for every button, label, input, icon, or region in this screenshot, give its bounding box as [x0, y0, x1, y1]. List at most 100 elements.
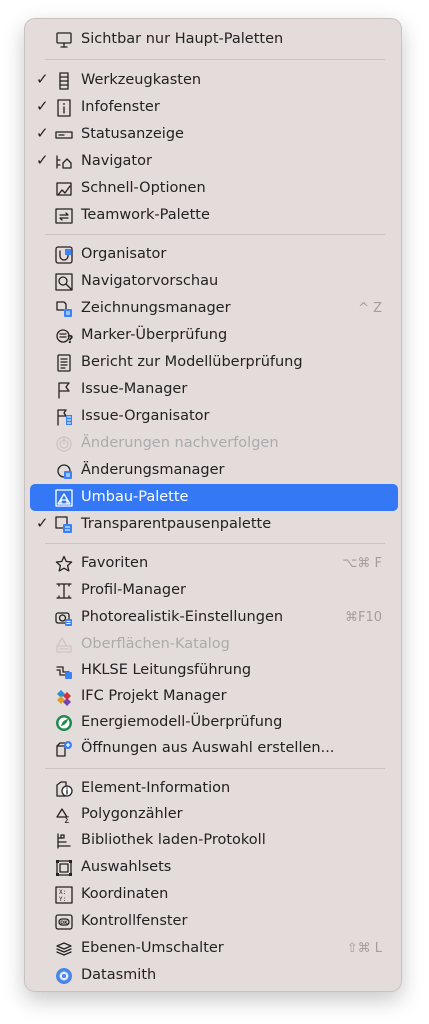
menu-item-schnell-optionen[interactable]: Schnell-Optionen: [30, 175, 398, 202]
menu-item-hklse-leitungsfuehrung[interactable]: HKLSE Leitungsführung: [30, 657, 398, 684]
menu-item-label: Kontrollfenster: [81, 913, 188, 929]
menu-separator: [45, 59, 385, 60]
mep-routing-icon: [54, 661, 74, 681]
menu-item-sichtbar-nur-haupt-paletten[interactable]: Sichtbar nur Haupt-Paletten: [30, 26, 398, 53]
svg-text:Y:: Y:: [59, 896, 66, 903]
menu-item-polygonzaehler[interactable]: Σ Polygonzähler: [30, 801, 398, 828]
menu-item-bericht-zur-modellueberpruefung[interactable]: Bericht zur Modellüberprüfung: [30, 349, 398, 376]
menu-item-label: Element-Information: [81, 780, 231, 796]
menu-item-label: Bibliothek laden-Protokoll: [81, 832, 266, 848]
menu-item-label: Umbau-Palette: [81, 489, 189, 505]
coordinates-icon: X: Y:: [54, 885, 74, 905]
menu-item-organisator[interactable]: Organisator: [30, 241, 398, 268]
menu-item-kontrollfenster[interactable]: OK Kontrollfenster: [30, 908, 398, 935]
menu-item-energiemodell-ueberpruefung[interactable]: Energiemodell-Überprüfung: [30, 709, 398, 736]
trace-reference-icon: [54, 515, 74, 535]
teamwork-icon: [54, 206, 74, 226]
svg-text:X:: X:: [59, 889, 66, 896]
menu-item-label: Photorealistik-Einstellungen: [81, 609, 284, 625]
menu-item-ifc-projekt-manager[interactable]: IFC Projekt Manager: [30, 683, 398, 710]
menu-item-label: Datasmith: [81, 967, 157, 983]
track-changes-icon: [54, 434, 74, 454]
menu-item-koordinaten[interactable]: X: Y: Koordinaten: [30, 881, 398, 908]
report-icon: [54, 353, 74, 373]
keyboard-shortcut: ⌘F10: [344, 610, 382, 625]
checkmark-icon: ✓: [36, 97, 49, 115]
menu-item-label: Koordinaten: [81, 886, 169, 902]
menu-item-label: Issue-Manager: [81, 381, 188, 397]
keyboard-shortcut: ^ Z: [358, 301, 382, 316]
menu-item-label: Auswahlsets: [81, 859, 172, 875]
menu-item-favoriten[interactable]: Favoriten ⌥⌘ F: [30, 550, 398, 577]
menu-item-label: Sichtbar nur Haupt-Paletten: [81, 31, 284, 47]
menu-item-navigatorvorschau[interactable]: Navigatorvorschau: [30, 268, 398, 295]
menu-item-issue-organisator[interactable]: Issue-Organisator: [30, 403, 398, 430]
menu-item-transparentpausenpalette[interactable]: ✓ Transparentpausenpalette: [30, 511, 398, 538]
menu-item-auswahlsets[interactable]: Auswahlsets: [30, 854, 398, 881]
control-box-icon: OK: [54, 912, 74, 932]
menu-item-label: Polygonzähler: [81, 806, 183, 822]
menu-item-label: Energiemodell-Überprüfung: [81, 714, 283, 730]
star-icon: [54, 554, 74, 574]
menu-item-label: Bericht zur Modellüberprüfung: [81, 354, 303, 370]
menu-item-label: Profil-Manager: [81, 582, 186, 598]
svg-text:?: ?: [67, 333, 73, 345]
menu-item-bibliothek-laden-protokoll[interactable]: Bibliothek laden-Protokoll: [30, 827, 398, 854]
menu-item-label: Transparentpausenpalette: [81, 516, 272, 532]
menu-item-label: IFC Projekt Manager: [81, 688, 227, 704]
svg-text:OK: OK: [60, 920, 68, 926]
surface-catalog-icon: [54, 635, 74, 655]
menu-item-label: Statusanzeige: [81, 126, 184, 142]
preview-magnifier-icon: [54, 272, 74, 292]
menu-item-oeffnungen-aus-auswahl-erstellen[interactable]: Öffnungen aus Auswahl erstellen...: [30, 735, 398, 762]
menu-separator: [45, 543, 385, 544]
menu-item-datasmith[interactable]: Datasmith: [30, 962, 398, 989]
marker-check-icon: ?: [54, 326, 74, 346]
menu-item-label: Oberflächen-Katalog: [81, 636, 230, 652]
menu-item-element-information[interactable]: Element-Information: [30, 775, 398, 802]
menu-item-aenderungsmanager[interactable]: Änderungsmanager: [30, 457, 398, 484]
selection-sets-icon: [54, 858, 74, 878]
change-manager-icon: [54, 461, 74, 481]
polygon-counter-icon: Σ: [54, 805, 74, 825]
camera-icon: [54, 608, 74, 628]
organizer-icon: [54, 245, 74, 265]
menu-item-statusanzeige[interactable]: ✓ Statusanzeige: [30, 121, 398, 148]
checkmark-icon: ✓: [36, 514, 49, 532]
issue-organizer-icon: [54, 407, 74, 427]
element-info-icon: [54, 779, 74, 799]
menu-item-label: Zeichnungsmanager: [81, 300, 231, 316]
profile-beam-icon: [54, 581, 74, 601]
datasmith-logo-icon: [54, 966, 74, 986]
menu-item-label: Favoriten: [81, 555, 149, 571]
create-openings-icon: [54, 739, 74, 759]
menu-item-teamwork-palette[interactable]: Teamwork-Palette: [30, 202, 398, 229]
keyboard-shortcut: ⌥⌘ F: [342, 556, 382, 571]
menu-item-ebenen-umschalter[interactable]: Ebenen-Umschalter ⇧⌘ L: [30, 935, 398, 962]
menu-item-zeichnungsmanager[interactable]: Zeichnungsmanager ^ Z: [30, 295, 398, 322]
menu-item-aenderungen-nachverfolgen: Änderungen nachverfolgen: [30, 430, 398, 457]
menu-item-label: Navigatorvorschau: [81, 273, 219, 289]
menu-item-profil-manager[interactable]: Profil-Manager: [30, 577, 398, 604]
menu-item-infofenster[interactable]: ✓ Infofenster: [30, 94, 398, 121]
info-box-icon: [54, 98, 74, 118]
menu-separator: [45, 234, 385, 235]
ifc-logo-icon: [54, 687, 74, 707]
menu-item-oberflaechen-katalog: Oberflächen-Katalog: [30, 631, 398, 658]
menu-item-label: Issue-Organisator: [81, 408, 210, 424]
menu-item-label: Teamwork-Palette: [81, 207, 210, 223]
keyboard-shortcut: ⇧⌘ L: [346, 941, 382, 956]
menu-item-issue-manager[interactable]: Issue-Manager: [30, 376, 398, 403]
menu-item-label: Ebenen-Umschalter: [81, 940, 224, 956]
menu-item-navigator[interactable]: ✓ Navigator: [30, 148, 398, 175]
menu-item-marker-ueberpruefung[interactable]: ? Marker-Überprüfung: [30, 322, 398, 349]
menu-item-photorealistik-einstellungen[interactable]: Photorealistik-Einstellungen ⌘F10: [30, 604, 398, 631]
layers-icon: [54, 939, 74, 959]
monitor-icon: [54, 30, 74, 50]
toolbox-icon: [54, 71, 74, 91]
menu-item-umbau-palette[interactable]: Umbau-Palette: [30, 484, 398, 511]
status-bar-icon: [54, 125, 74, 145]
menu-item-label: Infofenster: [81, 99, 160, 115]
svg-text:Σ: Σ: [64, 816, 70, 824]
menu-item-werkzeugkasten[interactable]: ✓ Werkzeugkasten: [30, 67, 398, 94]
